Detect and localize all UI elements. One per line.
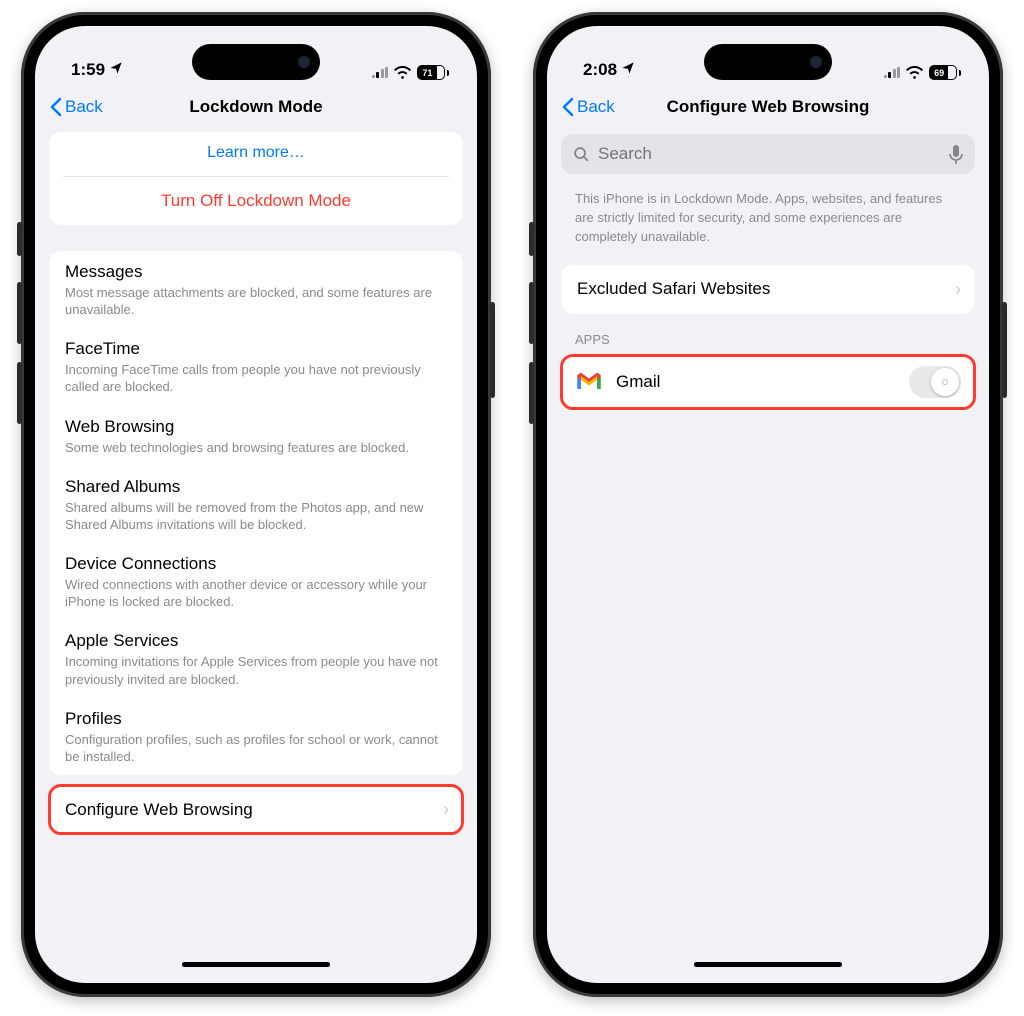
status-time: 1:59 bbox=[71, 60, 105, 80]
feature-desc: Configuration profiles, such as profiles… bbox=[65, 731, 447, 765]
gmail-icon bbox=[575, 371, 603, 393]
side-button bbox=[17, 222, 22, 256]
excluded-label: Excluded Safari Websites bbox=[577, 279, 770, 299]
nav-title: Configure Web Browsing bbox=[667, 97, 870, 117]
feature-title: Apple Services bbox=[65, 631, 447, 651]
screen-left: 1:59 71 Back Lockdown Mod bbox=[35, 26, 477, 983]
home-indicator[interactable] bbox=[547, 956, 989, 983]
cellular-signal-icon bbox=[884, 67, 901, 78]
cellular-signal-icon bbox=[372, 67, 389, 78]
volume-up-button bbox=[529, 282, 534, 344]
back-button[interactable]: Back bbox=[561, 97, 615, 117]
feature-title: Shared Albums bbox=[65, 477, 447, 497]
search-icon bbox=[573, 146, 590, 163]
features-list: MessagesMost message attachments are blo… bbox=[49, 251, 463, 775]
search-field[interactable] bbox=[561, 134, 975, 174]
battery-level: 71 bbox=[418, 66, 436, 79]
gmail-app-row[interactable]: Gmail bbox=[561, 355, 975, 409]
search-input[interactable] bbox=[598, 144, 941, 164]
learn-more-link[interactable]: Learn more… bbox=[49, 132, 463, 176]
power-button bbox=[1002, 302, 1007, 398]
feature-item: Web Browsing Some web technologies and br… bbox=[49, 406, 463, 466]
turn-off-lockdown-button[interactable]: Turn Off Lockdown Mode bbox=[49, 177, 463, 225]
nav-bar: Back Lockdown Mode bbox=[35, 84, 477, 130]
mic-icon[interactable] bbox=[949, 145, 963, 164]
nav-bar: Back Configure Web Browsing bbox=[547, 84, 989, 130]
lockdown-info-text: This iPhone is in Lockdown Mode. Apps, w… bbox=[575, 190, 961, 247]
camera-dot bbox=[298, 56, 310, 68]
feature-title: Device Connections bbox=[65, 554, 447, 574]
volume-down-button bbox=[529, 362, 534, 424]
location-icon bbox=[109, 60, 123, 80]
back-button[interactable]: Back bbox=[49, 97, 103, 117]
apps-section-header: APPS bbox=[575, 332, 961, 347]
volume-down-button bbox=[17, 362, 22, 424]
battery-icon: 71 bbox=[417, 65, 449, 80]
configure-label: Configure Web Browsing bbox=[65, 800, 253, 820]
feature-item: Apple ServicesIncoming invitations for A… bbox=[49, 620, 463, 697]
back-label: Back bbox=[65, 97, 103, 117]
status-time: 2:08 bbox=[583, 60, 617, 80]
app-name: Gmail bbox=[616, 372, 660, 392]
feature-item: MessagesMost message attachments are blo… bbox=[49, 251, 463, 328]
power-button bbox=[490, 302, 495, 398]
feature-desc: Wired connections with another device or… bbox=[65, 576, 447, 610]
configure-web-browsing-cell[interactable]: Configure Web Browsing › bbox=[49, 785, 463, 834]
excluded-safari-websites-cell[interactable]: Excluded Safari Websites › bbox=[561, 265, 975, 314]
feature-title: Profiles bbox=[65, 709, 447, 729]
chevron-right-icon: › bbox=[443, 799, 449, 820]
feature-item: ProfilesConfiguration profiles, such as … bbox=[49, 698, 463, 775]
feature-item: Shared AlbumsShared albums will be remov… bbox=[49, 466, 463, 543]
battery-level: 69 bbox=[930, 66, 948, 79]
screen-right: 2:08 69 Back Configure We bbox=[547, 26, 989, 983]
feature-desc: Incoming FaceTime calls from people you … bbox=[65, 361, 447, 395]
dynamic-island bbox=[192, 44, 320, 80]
side-button bbox=[529, 222, 534, 256]
home-indicator[interactable] bbox=[35, 956, 477, 983]
feature-item: FaceTimeIncoming FaceTime calls from peo… bbox=[49, 328, 463, 405]
wifi-icon bbox=[394, 66, 411, 79]
volume-up-button bbox=[17, 282, 22, 344]
location-icon bbox=[621, 60, 635, 80]
wifi-icon bbox=[906, 66, 923, 79]
feature-desc: Some web technologies and browsing featu… bbox=[65, 439, 447, 456]
battery-icon: 69 bbox=[929, 65, 961, 80]
phone-frame-right: 2:08 69 Back Configure We bbox=[533, 12, 1003, 997]
feature-item: Device ConnectionsWired connections with… bbox=[49, 543, 463, 620]
feature-title: Messages bbox=[65, 262, 447, 282]
nav-title: Lockdown Mode bbox=[189, 97, 322, 117]
camera-dot bbox=[810, 56, 822, 68]
feature-desc: Incoming invitations for Apple Services … bbox=[65, 653, 447, 687]
dynamic-island bbox=[704, 44, 832, 80]
back-label: Back bbox=[577, 97, 615, 117]
feature-title: FaceTime bbox=[65, 339, 447, 359]
phone-frame-left: 1:59 71 Back Lockdown Mod bbox=[21, 12, 491, 997]
gmail-toggle[interactable] bbox=[909, 366, 961, 398]
chevron-right-icon: › bbox=[955, 279, 961, 300]
feature-title: Web Browsing bbox=[65, 417, 447, 437]
feature-desc: Most message attachments are blocked, an… bbox=[65, 284, 447, 318]
feature-desc: Shared albums will be removed from the P… bbox=[65, 499, 447, 533]
